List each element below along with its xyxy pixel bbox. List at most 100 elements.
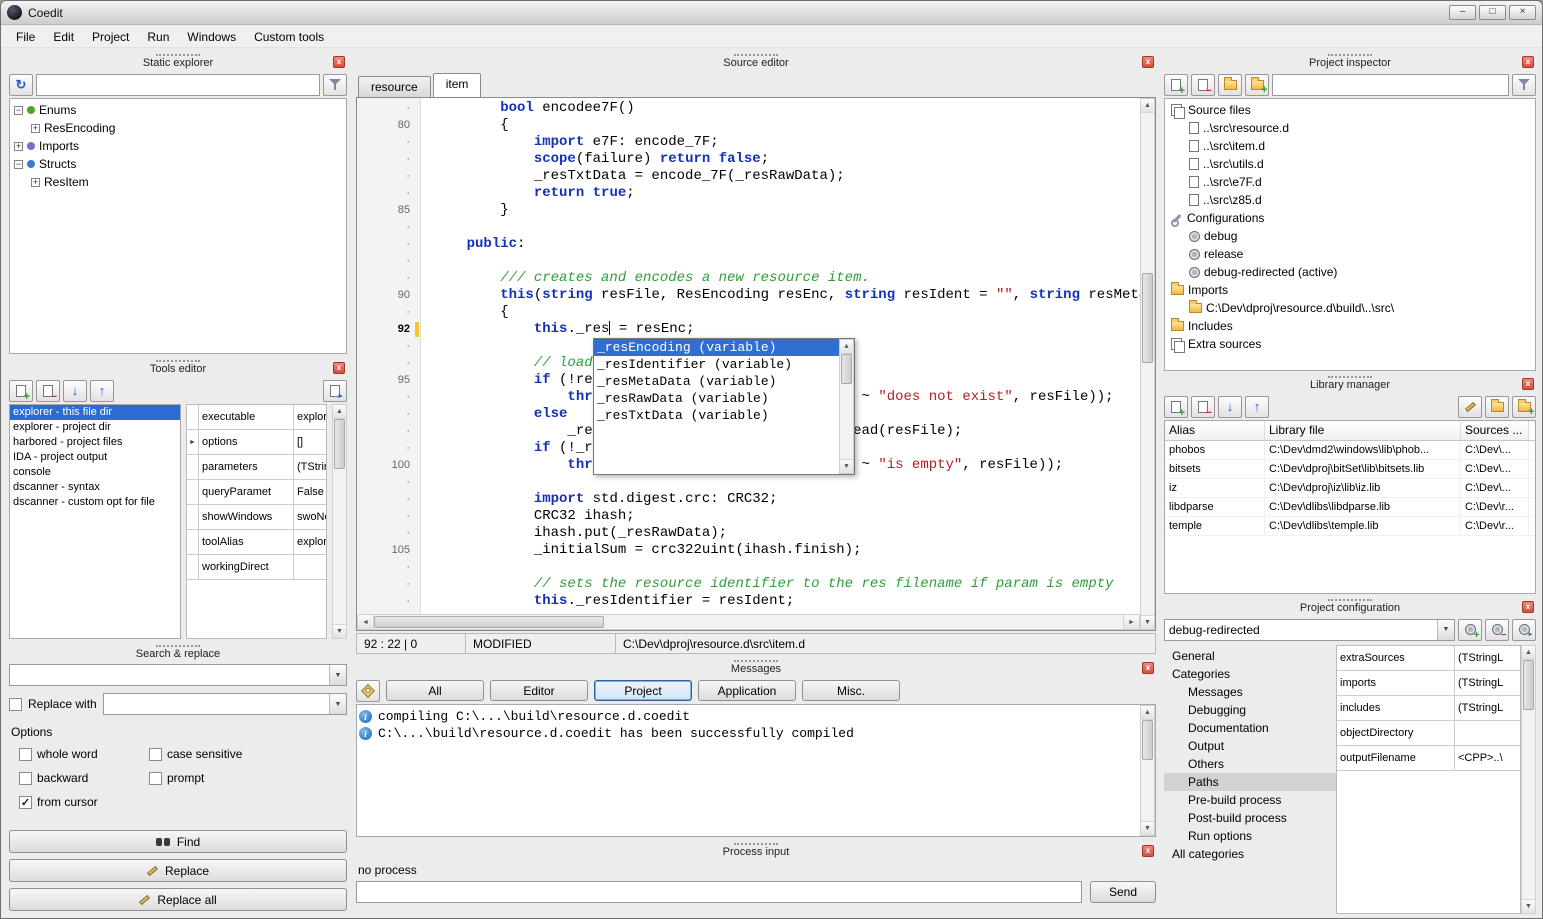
replace-term-combo[interactable]: ▼: [103, 693, 347, 715]
property-row[interactable]: objectDirectory: [1337, 721, 1520, 746]
property-row[interactable]: showWindowsswoNone: [187, 505, 326, 530]
add-source-button[interactable]: [1164, 74, 1188, 96]
project-tree[interactable]: Source files..\src\resource.d..\src\item…: [1164, 98, 1536, 371]
property-value[interactable]: explorer: [294, 405, 326, 429]
menu-item-project[interactable]: Project: [83, 27, 138, 47]
library-manager-header[interactable]: Library manager x: [1164, 373, 1536, 393]
category-general[interactable]: General: [1164, 647, 1336, 665]
scroll-up-button[interactable]: ▲: [333, 405, 346, 419]
checkbox-icon[interactable]: [19, 772, 32, 785]
scroll-down-button[interactable]: ▼: [1141, 821, 1154, 835]
menu-item-windows[interactable]: Windows: [178, 27, 245, 47]
process-input-header[interactable]: Process input x: [356, 840, 1156, 860]
tree-item[interactable]: −Enums: [10, 101, 346, 119]
scroll-thumb[interactable]: [1523, 660, 1534, 710]
tree-item[interactable]: Includes: [1165, 317, 1535, 335]
property-row[interactable]: outputFilename<CPP>..\: [1337, 746, 1520, 771]
property-value[interactable]: <CPP>..\: [1455, 746, 1520, 770]
move-library-up-button[interactable]: ↑: [1245, 396, 1269, 418]
title-bar[interactable]: Coedit – □ ×: [1, 1, 1542, 25]
property-row[interactable]: executableexplorer: [187, 405, 326, 430]
completion-item[interactable]: _resIdentifier (variable): [594, 356, 839, 373]
project-configuration-header[interactable]: Project configuration x: [1164, 596, 1536, 616]
close-panel-icon[interactable]: x: [1522, 601, 1534, 613]
tab-resource[interactable]: resource: [358, 76, 431, 97]
drag-grip[interactable]: [156, 54, 200, 56]
minimize-button[interactable]: –: [1449, 5, 1476, 20]
scroll-down-button[interactable]: ▼: [840, 459, 853, 473]
property-row[interactable]: workingDirect: [187, 555, 326, 580]
messages-list[interactable]: icompiling C:\...\build\resource.d.coedi…: [357, 705, 1140, 836]
tool-item[interactable]: explorer - project dir: [10, 420, 180, 435]
source-editor-header[interactable]: Source editor x: [356, 51, 1156, 71]
completion-item[interactable]: _resMetaData (variable): [594, 373, 839, 390]
close-panel-icon[interactable]: x: [1142, 662, 1154, 674]
tool-item[interactable]: harbored - project files: [10, 435, 180, 450]
scroll-up-button[interactable]: ▲: [840, 340, 853, 354]
scroll-thumb[interactable]: [1142, 273, 1153, 363]
scroll-thumb[interactable]: [374, 616, 604, 628]
tree-item[interactable]: Source files: [1165, 101, 1535, 119]
close-panel-icon[interactable]: x: [1522, 56, 1534, 68]
completion-item[interactable]: _resTxtData (variable): [594, 407, 839, 424]
completion-list[interactable]: _resEncoding (variable)_resIdentifier (v…: [594, 339, 839, 474]
filter-button-misc[interactable]: Misc.: [802, 680, 900, 701]
tree-item[interactable]: Imports: [1165, 281, 1535, 299]
scroll-up-button[interactable]: ▲: [1141, 706, 1154, 720]
property-value[interactable]: [294, 555, 326, 579]
expand-icon[interactable]: +: [31, 124, 40, 133]
search-replace-header[interactable]: Search & replace: [9, 642, 347, 662]
column-header-alias[interactable]: Alias: [1165, 421, 1265, 440]
category-run-options[interactable]: Run options: [1164, 827, 1336, 845]
collapse-icon[interactable]: −: [14, 160, 23, 169]
collapse-icon[interactable]: −: [14, 106, 23, 115]
tools-editor-header[interactable]: Tools editor x: [9, 357, 347, 377]
scroll-thumb[interactable]: [841, 354, 852, 384]
dropdown-icon[interactable]: ▼: [329, 694, 346, 714]
remove-tool-button[interactable]: [36, 380, 60, 402]
category-pre-build-process[interactable]: Pre-build process: [1164, 791, 1336, 809]
property-value[interactable]: [1455, 721, 1520, 745]
tool-item[interactable]: IDA - project output: [10, 450, 180, 465]
tree-item[interactable]: +ResItem: [10, 173, 346, 191]
remove-configuration-button[interactable]: [1485, 619, 1509, 641]
property-value[interactable]: (TStringL: [1455, 696, 1520, 720]
replace-button[interactable]: Replace: [9, 859, 347, 882]
library-row[interactable]: bitsetsC:\Dev\dproj\bitSet\lib\bitsets.l…: [1165, 460, 1535, 479]
add-library-folder-button[interactable]: [1512, 396, 1536, 418]
symbol-tree[interactable]: −Enums+ResEncoding+Imports−Structs+ResIt…: [9, 98, 347, 354]
process-input-field[interactable]: [356, 881, 1082, 903]
drag-grip[interactable]: [1328, 376, 1372, 378]
tree-item[interactable]: ..\src\item.d: [1165, 137, 1535, 155]
property-value[interactable]: []: [294, 430, 326, 454]
add-library-button[interactable]: [1164, 396, 1188, 418]
maximize-button[interactable]: □: [1479, 5, 1506, 20]
configuration-select[interactable]: debug-redirected ▼: [1164, 619, 1455, 641]
remove-source-button[interactable]: [1191, 74, 1215, 96]
editor-vscrollbar[interactable]: ▲ ▼: [1140, 98, 1155, 630]
property-row[interactable]: queryParametFalse: [187, 480, 326, 505]
menu-item-custom-tools[interactable]: Custom tools: [245, 27, 333, 47]
option-prompt[interactable]: prompt: [149, 771, 347, 785]
option-backward[interactable]: backward: [19, 771, 141, 785]
property-row[interactable]: extraSources(TStringL: [1337, 646, 1520, 671]
add-tool-button[interactable]: [9, 380, 33, 402]
tree-item[interactable]: +ResEncoding: [10, 119, 346, 137]
category-all-categories[interactable]: All categories: [1164, 845, 1336, 863]
message-actions-button[interactable]: [356, 680, 380, 702]
tab-item[interactable]: item: [433, 73, 482, 97]
search-term-combo[interactable]: ▼: [9, 664, 347, 686]
move-tool-down-button[interactable]: ↓: [63, 380, 87, 402]
libraries-table[interactable]: AliasLibrary fileSources ... phobosC:\De…: [1164, 420, 1536, 594]
drag-grip[interactable]: [156, 360, 200, 362]
tree-item[interactable]: C:\Dev\dproj\resource.d\build\..\src\: [1165, 299, 1535, 317]
add-folder-items-button[interactable]: [1245, 74, 1269, 96]
scroll-right-button[interactable]: ►: [1123, 615, 1139, 629]
tree-item[interactable]: −Structs: [10, 155, 346, 173]
static-explorer-header[interactable]: Static explorer x: [9, 51, 347, 71]
scroll-down-button[interactable]: ▼: [1141, 615, 1154, 629]
close-button[interactable]: ×: [1509, 5, 1536, 20]
tree-item[interactable]: +Imports: [10, 137, 346, 155]
option-case-sensitive[interactable]: case sensitive: [149, 747, 347, 761]
drag-grip[interactable]: [156, 645, 200, 647]
